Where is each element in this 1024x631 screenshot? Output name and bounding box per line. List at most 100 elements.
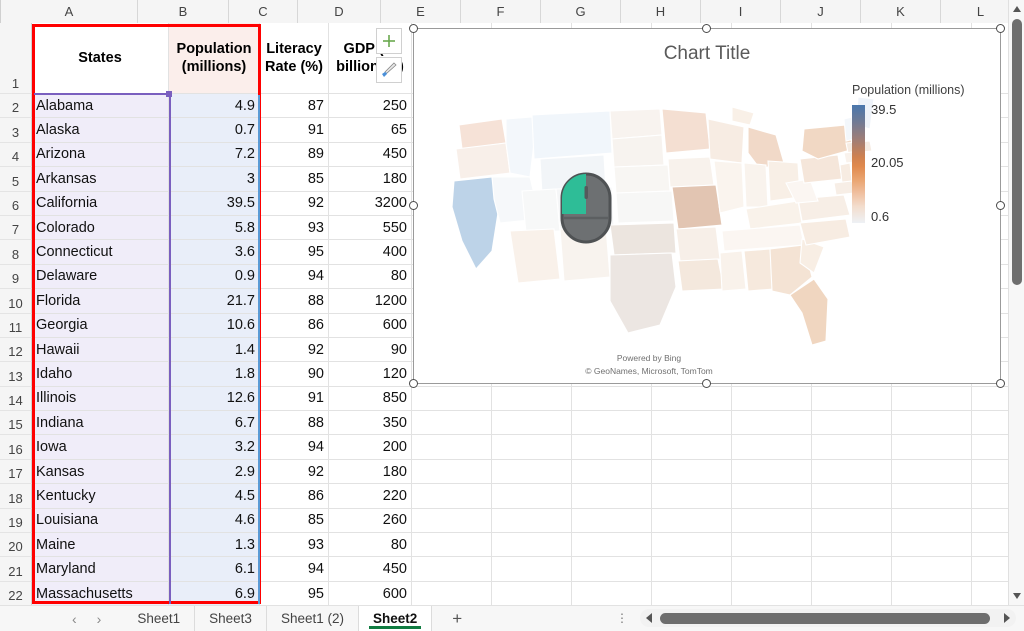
empty-cell[interactable] bbox=[972, 533, 1008, 558]
empty-cell[interactable] bbox=[972, 411, 1008, 436]
header-cell-literacy[interactable]: Literacy Rate (%) bbox=[260, 23, 329, 94]
empty-cell[interactable] bbox=[412, 581, 492, 605]
cell-gdp[interactable]: 600 bbox=[329, 581, 412, 605]
cell-state[interactable]: Hawaii bbox=[32, 337, 169, 363]
empty-cell[interactable] bbox=[412, 435, 492, 460]
cell-literacy[interactable]: 93 bbox=[260, 533, 329, 558]
cell-population[interactable]: 1.4 bbox=[169, 337, 260, 363]
cell-state[interactable]: Massachusetts bbox=[32, 581, 169, 605]
empty-cell[interactable] bbox=[972, 387, 1008, 412]
cell-state[interactable]: Louisiana bbox=[32, 508, 169, 534]
cell-gdp[interactable]: 260 bbox=[329, 508, 412, 534]
empty-cell[interactable] bbox=[972, 557, 1008, 582]
empty-cell[interactable] bbox=[492, 557, 572, 582]
cell-state[interactable]: Kentucky bbox=[32, 484, 169, 509]
cell-literacy[interactable]: 92 bbox=[260, 191, 329, 216]
chart-handle-middle-left[interactable] bbox=[409, 201, 418, 210]
cell-gdp[interactable]: 450 bbox=[329, 557, 412, 582]
cell-population[interactable]: 6.7 bbox=[169, 411, 260, 436]
row-header-4[interactable]: 4 bbox=[0, 142, 32, 168]
cell-gdp[interactable]: 400 bbox=[329, 240, 412, 265]
empty-cell[interactable] bbox=[972, 460, 1008, 485]
cell-population[interactable]: 4.5 bbox=[169, 484, 260, 509]
empty-cell[interactable] bbox=[492, 435, 572, 460]
empty-cell[interactable] bbox=[732, 386, 812, 412]
cell-literacy[interactable]: 85 bbox=[260, 508, 329, 534]
cell-population[interactable]: 12.6 bbox=[169, 386, 260, 412]
empty-cell[interactable] bbox=[652, 533, 732, 558]
sheet-nav-arrows[interactable]: ‹ › bbox=[72, 611, 101, 627]
cell-state[interactable]: Maine bbox=[32, 533, 169, 558]
cell-gdp[interactable]: 1200 bbox=[329, 289, 412, 314]
empty-cell[interactable] bbox=[972, 435, 1008, 460]
cell-literacy[interactable]: 93 bbox=[260, 215, 329, 241]
empty-cell[interactable] bbox=[492, 386, 572, 412]
empty-cell[interactable] bbox=[732, 533, 812, 558]
cell-literacy[interactable]: 87 bbox=[260, 94, 329, 119]
chart-handle-bottom-right[interactable] bbox=[996, 379, 1005, 388]
select-all-corner[interactable] bbox=[0, 0, 1, 23]
empty-cell[interactable] bbox=[812, 459, 892, 485]
chart-handle-middle-right[interactable] bbox=[996, 201, 1005, 210]
empty-cell[interactable] bbox=[812, 411, 892, 436]
empty-cell[interactable] bbox=[892, 508, 972, 534]
table-row[interactable]: 16 Iowa 3.2 94 200 bbox=[0, 435, 1008, 460]
scroll-right-arrow-icon[interactable] bbox=[1004, 613, 1010, 623]
cell-population[interactable]: 6.1 bbox=[169, 557, 260, 582]
sheet-next-arrow[interactable]: › bbox=[97, 611, 102, 627]
cell-literacy[interactable]: 95 bbox=[260, 581, 329, 605]
row-header-1[interactable]: 1 bbox=[0, 23, 32, 94]
cell-population[interactable]: 4.6 bbox=[169, 508, 260, 534]
cell-population[interactable]: 6.9 bbox=[169, 581, 260, 605]
chart-handle-top-center[interactable] bbox=[702, 24, 711, 33]
scroll-up-arrow-icon[interactable] bbox=[1013, 6, 1021, 12]
column-header-i[interactable]: I bbox=[701, 0, 781, 23]
chart-elements-button[interactable] bbox=[376, 28, 402, 54]
cell-population[interactable]: 10.6 bbox=[169, 313, 260, 338]
cell-literacy[interactable]: 86 bbox=[260, 313, 329, 338]
row-header-14[interactable]: 14 bbox=[0, 386, 32, 412]
empty-cell[interactable] bbox=[652, 557, 732, 582]
cell-gdp[interactable]: 80 bbox=[329, 264, 412, 290]
cell-literacy[interactable]: 95 bbox=[260, 240, 329, 265]
scroll-grip-icon[interactable]: ⋮ bbox=[616, 611, 628, 625]
column-header-k[interactable]: K bbox=[861, 0, 941, 23]
cell-population[interactable]: 3.2 bbox=[169, 435, 260, 460]
empty-cell[interactable] bbox=[572, 435, 652, 460]
sheet-tab-sheet1[interactable]: Sheet1 bbox=[123, 605, 196, 631]
cell-literacy[interactable]: 94 bbox=[260, 435, 329, 460]
scroll-left-arrow-icon[interactable] bbox=[646, 613, 652, 623]
empty-cell[interactable] bbox=[892, 484, 972, 509]
cell-gdp[interactable]: 180 bbox=[329, 459, 412, 485]
column-header-d[interactable]: D bbox=[298, 0, 381, 23]
cell-state[interactable]: Alabama bbox=[32, 94, 169, 119]
cell-literacy[interactable]: 86 bbox=[260, 484, 329, 509]
cell-state[interactable]: California bbox=[32, 191, 169, 216]
row-header-7[interactable]: 7 bbox=[0, 215, 32, 241]
empty-cell[interactable] bbox=[412, 411, 492, 436]
empty-cell[interactable] bbox=[492, 508, 572, 534]
column-header-j[interactable]: J bbox=[781, 0, 861, 23]
row-header-10[interactable]: 10 bbox=[0, 289, 32, 314]
empty-cell[interactable] bbox=[492, 411, 572, 436]
empty-cell[interactable] bbox=[732, 508, 812, 534]
empty-cell[interactable] bbox=[412, 508, 492, 534]
vertical-scrollbar[interactable] bbox=[1008, 0, 1024, 605]
cell-state[interactable]: Arizona bbox=[32, 142, 169, 168]
row-header-8[interactable]: 8 bbox=[0, 240, 32, 265]
sheet-tabs[interactable]: Sheet1 Sheet3 Sheet1 (2) Sheet2 bbox=[123, 605, 433, 631]
sheet-tab-sheet1-2[interactable]: Sheet1 (2) bbox=[267, 605, 359, 631]
cell-population[interactable]: 3 bbox=[169, 167, 260, 192]
empty-cell[interactable] bbox=[892, 557, 972, 582]
row-header-12[interactable]: 12 bbox=[0, 337, 32, 363]
empty-cell[interactable] bbox=[572, 581, 652, 605]
empty-cell[interactable] bbox=[812, 386, 892, 412]
empty-cell[interactable] bbox=[572, 459, 652, 485]
row-header-18[interactable]: 18 bbox=[0, 484, 32, 509]
cell-literacy[interactable]: 91 bbox=[260, 118, 329, 143]
cell-literacy[interactable]: 88 bbox=[260, 411, 329, 436]
add-sheet-button[interactable]: + bbox=[432, 609, 482, 629]
sheet-tab-sheet2[interactable]: Sheet2 bbox=[358, 605, 433, 631]
empty-cell[interactable] bbox=[732, 484, 812, 509]
cell-literacy[interactable]: 92 bbox=[260, 337, 329, 363]
